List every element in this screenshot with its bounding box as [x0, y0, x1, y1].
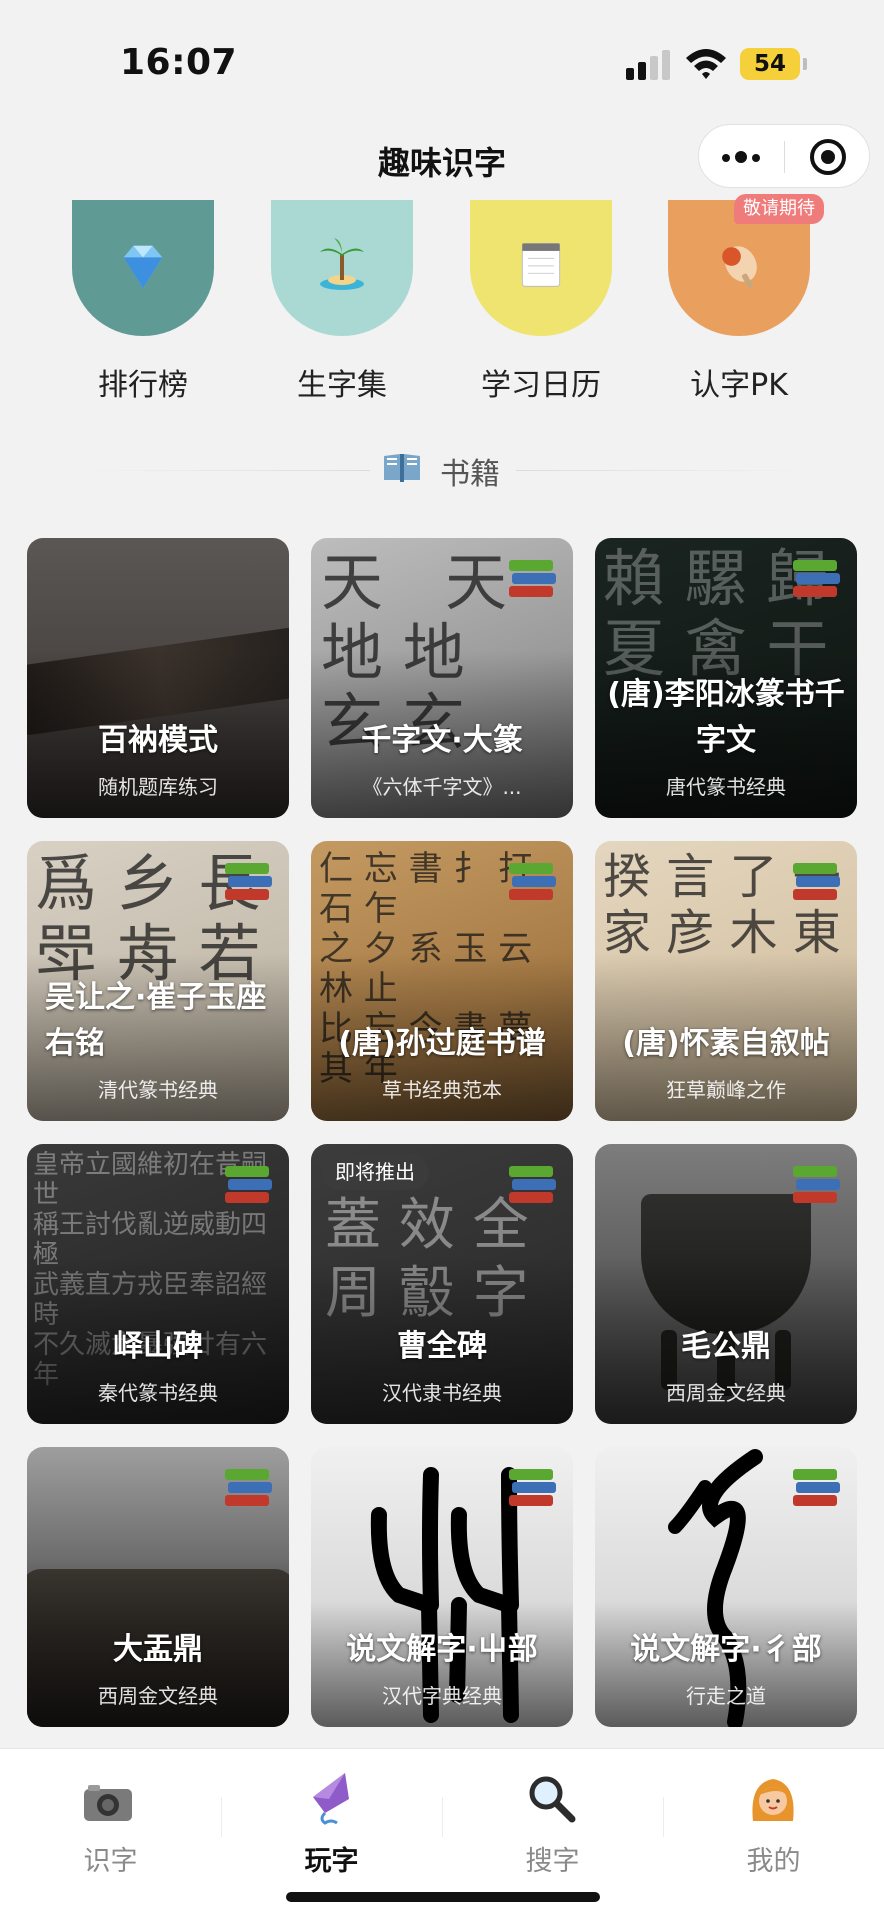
- book-subtitle: 秦代篆书经典: [98, 1381, 218, 1405]
- feature-vocabulary[interactable]: 生字集: [267, 200, 417, 410]
- tab-search[interactable]: 搜字: [442, 1749, 663, 1879]
- notepad-icon: [521, 243, 561, 287]
- status-time: 16:07: [120, 42, 238, 83]
- wifi-icon: [686, 49, 726, 79]
- coming-soon-badge: 即将推出: [321, 1154, 429, 1190]
- book-subtitle: 狂草巅峰之作: [666, 1078, 786, 1102]
- vocabulary-circle: [271, 200, 413, 336]
- feature-label: 认字PK: [690, 368, 788, 403]
- book-title: (唐)李阳冰篆书千字文: [607, 677, 845, 758]
- tab-label: 我的: [746, 1846, 801, 1877]
- camera-icon: [84, 1785, 132, 1821]
- book-subtitle: 《六体千字文》...: [362, 775, 522, 799]
- kite-icon: [313, 1773, 349, 1825]
- book-card[interactable]: 说文解字·屮部 汉代字典经典: [311, 1447, 573, 1727]
- feature-leaderboard[interactable]: 排行榜: [68, 200, 218, 410]
- book-title: 吴让之·崔子玉座右铭: [45, 980, 267, 1061]
- book-card[interactable]: 揆 言 了 一家 彦 木 東 (唐)怀素自叙帖 狂草巅峰之作: [595, 841, 857, 1121]
- book-title: 毛公鼎: [681, 1329, 771, 1364]
- feature-label: 排行榜: [98, 368, 188, 403]
- book-card[interactable]: 爲 乡 長斝 歬 若 吴让之·崔子玉座右铭 清代篆书经典: [27, 841, 289, 1121]
- tab-label: 玩字: [304, 1846, 359, 1877]
- book-card[interactable]: 说文解字·彳部 行走之道: [595, 1447, 857, 1727]
- calendar-circle: [470, 200, 612, 336]
- battery-level: 54: [740, 48, 800, 80]
- book-title: 峄山碑: [113, 1329, 203, 1364]
- status-bar: 16:07 54: [0, 0, 884, 110]
- book-subtitle: 草书经典范本: [382, 1078, 502, 1102]
- open-book-icon: [384, 454, 420, 482]
- book-title: (唐)怀素自叙帖: [622, 1026, 830, 1061]
- book-card[interactable]: 蓋 效 全周 鷇 字 即将推出 曹全碑 汉代隶书经典: [311, 1144, 573, 1424]
- books-icon: [791, 1158, 843, 1208]
- books-icon: [791, 552, 843, 602]
- book-title: 说文解字·屮部: [346, 1632, 538, 1667]
- book-subtitle: 西周金文经典: [98, 1684, 218, 1708]
- books-icon: [223, 855, 275, 905]
- tab-profile[interactable]: 我的: [663, 1749, 884, 1879]
- books-icon: [507, 1158, 559, 1208]
- book-title: 百衲模式: [98, 723, 218, 758]
- books-icon: [791, 1461, 843, 1511]
- book-card[interactable]: 大盂鼎 西周金文经典: [27, 1447, 289, 1727]
- books-icon: [223, 1158, 275, 1208]
- home-indicator: [286, 1892, 600, 1902]
- book-card[interactable]: 賴 騾 歸夏 禽 干 (唐)李阳冰篆书千字文 唐代篆书经典: [595, 538, 857, 818]
- book-subtitle: 唐代篆书经典: [666, 775, 786, 799]
- book-card[interactable]: 天 天地 地玄 玄 千字文·大篆 《六体千字文》...: [311, 538, 573, 818]
- feature-calendar[interactable]: 学习日历: [466, 200, 616, 410]
- book-subtitle: 西周金文经典: [666, 1381, 786, 1405]
- leaderboard-circle: [72, 200, 214, 336]
- palm-island-icon: [320, 238, 364, 290]
- coming-soon-badge: 敬请期待: [734, 194, 824, 224]
- books-icon: [507, 1461, 559, 1511]
- book-subtitle: 汉代隶书经典: [382, 1381, 502, 1405]
- tab-play[interactable]: 玩字: [221, 1749, 442, 1879]
- book-card[interactable]: 毛公鼎 西周金文经典: [595, 1144, 857, 1424]
- books-icon: [791, 855, 843, 905]
- tab-recognize[interactable]: 识字: [0, 1749, 221, 1879]
- feature-label: 生字集: [297, 368, 387, 403]
- feature-label: 学习日历: [481, 368, 601, 403]
- book-subtitle: 汉代字典经典: [382, 1684, 502, 1708]
- book-subtitle: 清代篆书经典: [98, 1078, 218, 1102]
- cellular-signal-icon: [626, 50, 670, 80]
- section-divider-right: [516, 470, 816, 471]
- book-card[interactable]: 仁 忘 書 扌 打 石 乍之 夕 系 玉 云 林 止比 忘 今 書 夢 其 年 …: [311, 841, 573, 1121]
- feature-pk[interactable]: 认字PK: [664, 200, 814, 410]
- books-icon: [223, 1461, 275, 1511]
- book-subtitle: 随机题库练习: [98, 775, 218, 799]
- ping-pong-icon: [722, 246, 757, 288]
- book-card[interactable]: 皇帝立國維初在昔嗣世稱王討伐亂逆威動四極武義直方戎臣奉詔經時不久滅六暴強廿有六年…: [27, 1144, 289, 1424]
- books-icon: [507, 855, 559, 905]
- miniprogram-capsule: [698, 124, 870, 188]
- section-title: 书籍: [440, 457, 500, 492]
- books-icon: [507, 552, 559, 602]
- tab-label: 识字: [83, 1846, 138, 1877]
- book-title: (唐)孙过庭书谱: [338, 1026, 546, 1061]
- more-options-button[interactable]: [699, 125, 784, 189]
- book-subtitle: 行走之道: [686, 1684, 766, 1708]
- battery-cap: [803, 58, 807, 70]
- close-miniprogram-button[interactable]: [785, 125, 871, 189]
- tab-label: 搜字: [525, 1846, 580, 1877]
- magnifier-icon: [529, 1776, 576, 1823]
- book-title: 曹全碑: [397, 1329, 487, 1364]
- diamond-icon: [123, 245, 163, 289]
- book-title: 说文解字·彳部: [630, 1632, 822, 1667]
- girl-avatar-icon: [752, 1779, 794, 1821]
- section-divider-left: [80, 470, 370, 471]
- book-card[interactable]: 百衲模式 随机题库练习: [27, 538, 289, 818]
- book-title: 大盂鼎: [113, 1632, 203, 1667]
- book-title: 千字文·大篆: [361, 723, 523, 758]
